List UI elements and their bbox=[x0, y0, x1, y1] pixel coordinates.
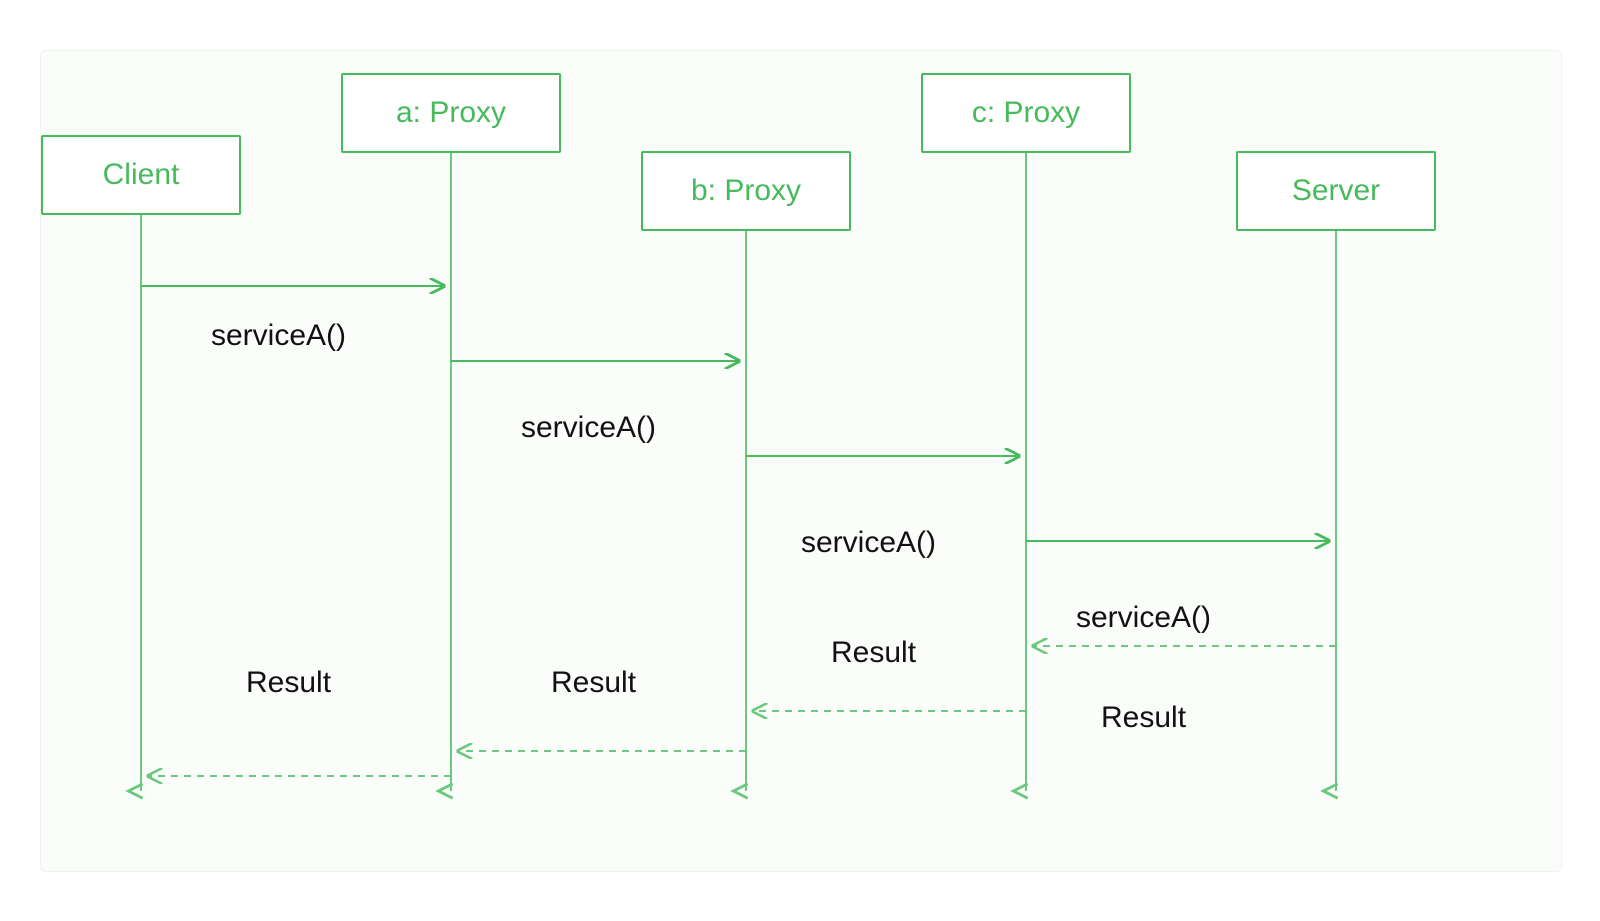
msg-call-4-label: serviceA() bbox=[1076, 601, 1211, 635]
msg-return-2-label: Result bbox=[831, 636, 916, 670]
sequence-diagram-canvas: Client a: Proxy b: Proxy c: Proxy Server bbox=[40, 50, 1562, 872]
msg-call-2-label: serviceA() bbox=[521, 411, 656, 445]
msg-call-1-label: serviceA() bbox=[211, 319, 346, 353]
msg-return-3-label: Result bbox=[551, 666, 636, 700]
msg-return-1-label: Result bbox=[1101, 701, 1186, 735]
msg-call-3-label: serviceA() bbox=[801, 526, 936, 560]
sequence-svg bbox=[41, 51, 1561, 871]
msg-return-4-label: Result bbox=[246, 666, 331, 700]
